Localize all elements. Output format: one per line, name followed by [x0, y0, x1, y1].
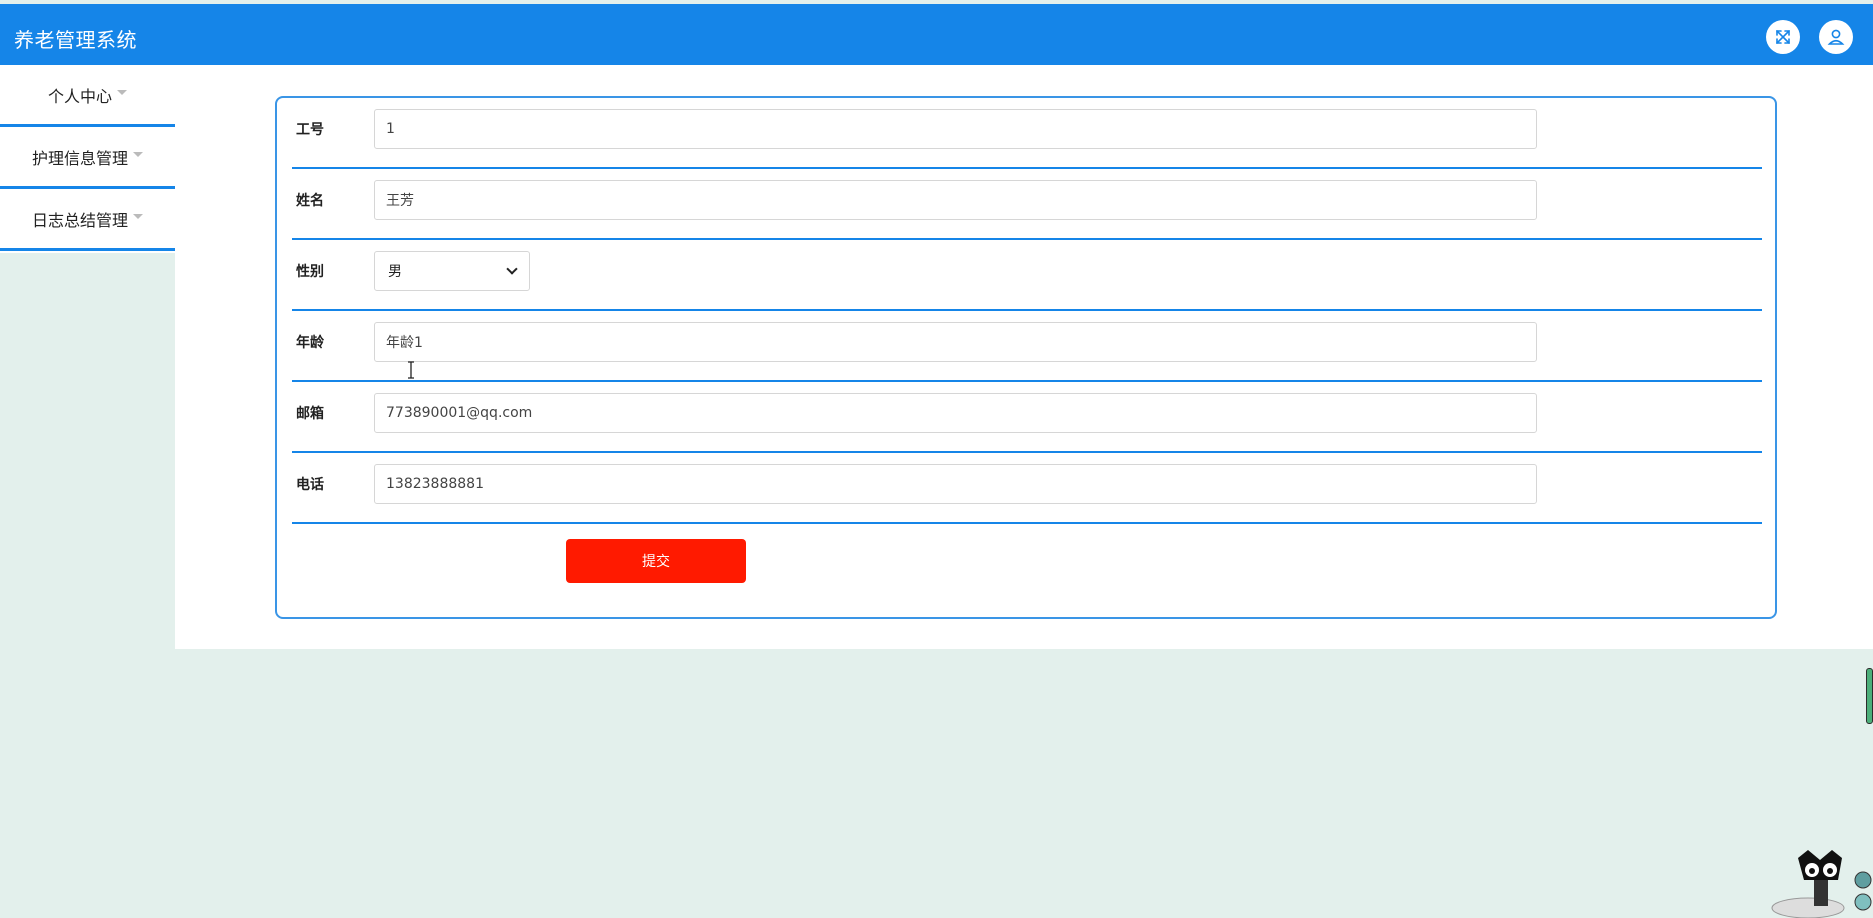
caret-down-icon: [133, 214, 143, 219]
form-row-email: 邮箱: [292, 382, 1762, 453]
sidebar-item-log-summary[interactable]: 日志总结管理: [0, 189, 175, 251]
employee-id-label: 工号: [296, 122, 324, 138]
age-label: 年龄: [296, 335, 324, 351]
profile-form: 工号 姓名 性别 男 年龄 邮箱 电话 提交: [275, 96, 1777, 619]
top-header: 养老管理系统: [0, 4, 1873, 65]
main-content: 工号 姓名 性别 男 年龄 邮箱 电话 提交: [175, 65, 1873, 649]
sidebar-item-label: 护理信息管理: [31, 148, 128, 168]
form-row-employee-id: 工号: [292, 98, 1762, 169]
employee-id-input[interactable]: [374, 109, 1537, 149]
gender-select[interactable]: 男: [374, 251, 530, 291]
name-label: 姓名: [296, 193, 324, 209]
email-label: 邮箱: [296, 406, 324, 422]
name-input[interactable]: [374, 180, 1537, 220]
text-cursor-icon: [408, 361, 414, 379]
scroll-indicator[interactable]: [1866, 668, 1873, 724]
sidebar: 个人中心 护理信息管理 日志总结管理: [0, 65, 175, 253]
phone-input[interactable]: [374, 464, 1537, 504]
form-row-age: 年龄: [292, 311, 1762, 382]
caret-down-icon: [133, 152, 143, 157]
email-input[interactable]: [374, 393, 1537, 433]
phone-label: 电话: [296, 477, 324, 493]
form-row-phone: 电话: [292, 453, 1762, 524]
sidebar-item-label: 个人中心: [47, 86, 112, 106]
form-row-name: 姓名: [292, 169, 1762, 240]
submit-button[interactable]: 提交: [566, 539, 746, 583]
fullscreen-icon[interactable]: [1766, 20, 1800, 54]
gender-label: 性别: [296, 264, 324, 280]
caret-down-icon: [117, 90, 127, 95]
app-title: 养老管理系统: [14, 28, 137, 52]
gender-selected-value: 男: [388, 264, 402, 280]
age-input[interactable]: [374, 322, 1537, 362]
mascot-icon: [1771, 850, 1872, 918]
sidebar-item-label: 日志总结管理: [31, 210, 128, 230]
chevron-down-icon: [506, 263, 518, 275]
sidebar-item-nursing-info[interactable]: 护理信息管理: [0, 127, 175, 189]
user-icon[interactable]: [1819, 20, 1853, 54]
sidebar-item-personal-center[interactable]: 个人中心: [0, 65, 175, 127]
form-row-gender: 性别 男: [292, 240, 1762, 311]
